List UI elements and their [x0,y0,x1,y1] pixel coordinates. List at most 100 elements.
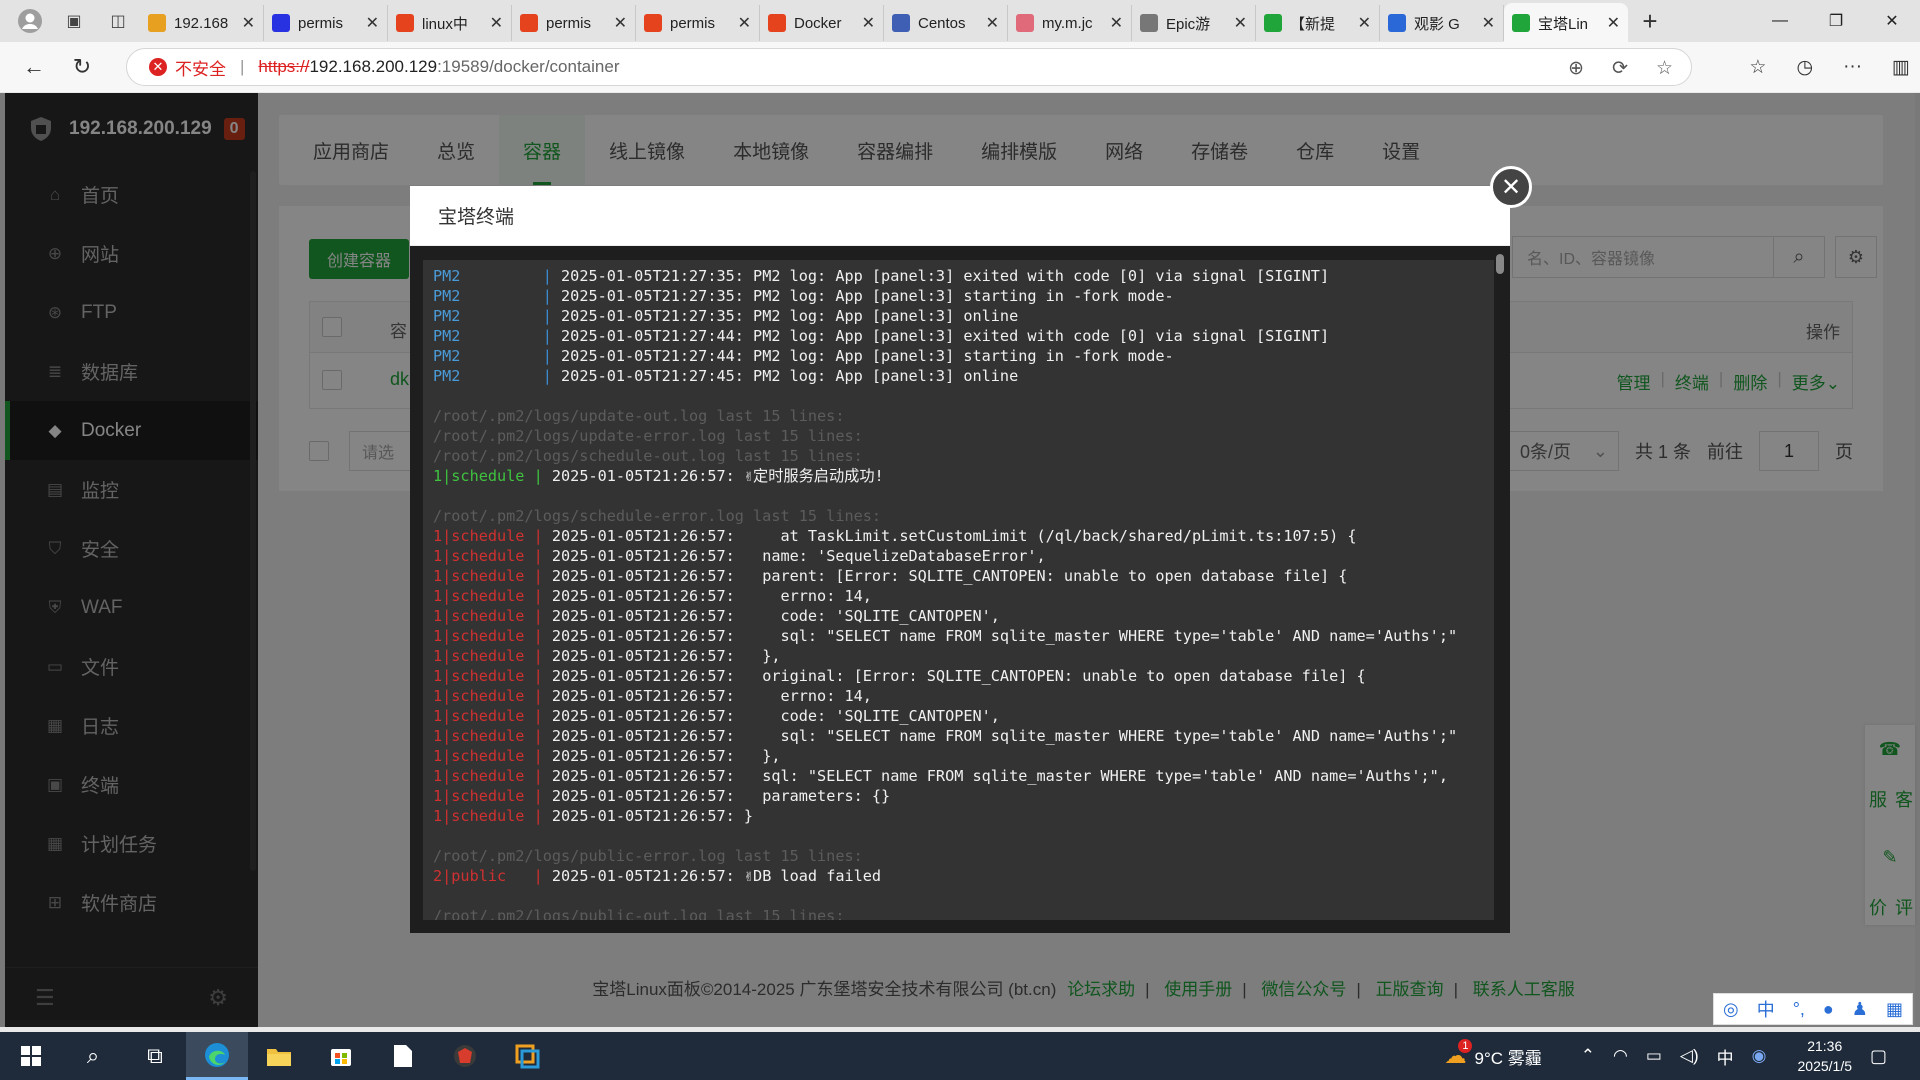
close-tab-icon[interactable]: ✕ [1358,13,1371,33]
profile-icon[interactable] [8,0,52,42]
ime-toolbar: ◎ 中 °, ● ♟ ▦ [1713,993,1913,1025]
log-text: 2025-01-05T21:26:57: code: 'SQLITE_CANTO… [551,707,1000,725]
more-icon[interactable]: ··· [1843,56,1862,78]
browser-tab[interactable]: permis ✕ [636,5,760,41]
close-icon[interactable]: ✕ [1490,166,1532,208]
close-tab-icon[interactable]: ✕ [738,13,751,33]
edge-browser-icon[interactable] [186,1032,248,1080]
browser-tab[interactable]: permis ✕ [512,5,636,41]
close-tab-icon[interactable]: ✕ [366,13,379,33]
favorite-star-icon[interactable]: ☆ [1656,57,1673,80]
log-process-prefix: 1|schedule [433,667,534,685]
chevron-up-icon[interactable]: ⌃ [1581,1046,1595,1066]
close-tab-icon[interactable]: ✕ [1482,13,1495,33]
new-tab-button[interactable]: + [1628,0,1672,42]
log-text: 2025-01-05T21:27:35: PM2 log: App [panel… [561,287,1174,305]
task-view-icon[interactable]: ⧉ [124,1032,186,1080]
tab-actions-icon[interactable]: ◫ [96,0,140,42]
log-process-prefix: 1|schedule [433,727,534,745]
workspaces-icon[interactable]: ▣ [52,0,96,42]
zoom-icon[interactable]: ⊕ [1568,57,1584,80]
clock[interactable]: 21:36 2025/1/5 [1798,1036,1853,1076]
log-text: /root/.pm2/logs/public-out.log last 15 l… [433,907,845,920]
browser-tab[interactable]: my.m.jc ✕ [1008,5,1132,41]
close-tab-icon[interactable]: ✕ [986,13,999,33]
vm-app-icon[interactable] [496,1032,558,1080]
weather-widget[interactable]: ☁ 1 9°C 雾霾 [1444,1039,1542,1069]
user-icon[interactable]: ♟ [1852,999,1868,1020]
browser-tab-label: linux中 [422,15,468,33]
battery-icon[interactable]: ▭ [1646,1046,1662,1066]
log-text: /root/.pm2/logs/update-error.log last 15… [433,427,863,445]
log-text: 2025-01-05T21:26:57: at TaskLimit.setCus… [551,527,1357,545]
log-text: 2025-01-05T21:27:35: PM2 log: App [panel… [561,307,1019,325]
browser-tab[interactable]: 192.168 ✕ [140,5,264,41]
favorites-list-icon[interactable]: ☆ [1749,56,1766,79]
browser-tab[interactable]: 【新提 ✕ [1256,5,1380,41]
maximize-button[interactable]: ❐ [1808,0,1864,42]
ime-mode-icon[interactable]: 中 [1757,996,1775,1022]
terminal-line: 2|public | 2025-01-05T21:26:57: ✌DB load… [423,866,1494,886]
terminal-line: 1|schedule | 2025-01-05T21:26:57: }, [423,746,1494,766]
url-separator: | [240,57,245,76]
browser-tab[interactable]: linux中 ✕ [388,5,512,41]
log-process-prefix: 1|schedule [433,767,534,785]
terminal-scrollbar[interactable] [1496,254,1504,274]
terminal-line: 1|schedule | 2025-01-05T21:26:57: name: … [423,546,1494,566]
url-host: 192.168.200.129 [309,57,438,76]
history-icon[interactable]: ◷ [1796,56,1813,79]
insecure-label: 不安全 [175,59,226,79]
log-separator: | [533,687,552,705]
game-app-icon[interactable] [434,1032,496,1080]
browser-tab[interactable]: 观影 G ✕ [1380,5,1504,41]
log-process-prefix: 1|schedule [433,787,534,805]
url-field[interactable]: ✕ 不安全 | https:// 192.168.200.129 :19589/… [126,48,1692,86]
sidebar-toggle-icon[interactable]: ▥ [1892,56,1910,79]
back-icon[interactable]: ← [12,47,56,87]
volume-icon[interactable]: ◁) [1680,1046,1699,1066]
browser-tab[interactable]: permis ✕ [264,5,388,41]
minimize-button[interactable]: — [1752,0,1808,42]
ifly-tray-icon[interactable]: ◉ [1752,1046,1767,1066]
log-text: /root/.pm2/logs/schedule-error.log last … [433,507,882,525]
close-tab-icon[interactable]: ✕ [614,13,627,33]
taskbar: ⌕ ⧉ ☁ 1 9°C 雾霾 ⌃ ◠ ▭ ◁) 中 ◉ 21:36 2025/1/… [0,1032,1920,1080]
log-text: 2025-01-05T21:26:57: errno: 14, [551,587,872,605]
browser-tab-label: permis [546,14,592,32]
terminal-line: 1|schedule | 2025-01-05T21:26:57: parent… [423,566,1494,586]
log-separator: | [533,627,552,645]
browser-tab[interactable]: Docker ✕ [760,5,884,41]
close-tab-icon[interactable]: ✕ [490,13,503,33]
close-tab-icon[interactable]: ✕ [862,13,875,33]
mic-icon[interactable]: ● [1823,999,1834,1020]
browser-tab[interactable]: Epic游 ✕ [1132,5,1256,41]
ifly-icon[interactable]: ◎ [1723,999,1739,1020]
browser-tab[interactable]: 宝塔Lin ✕ [1504,3,1628,43]
file-explorer-icon[interactable] [248,1032,310,1080]
notification-icon[interactable]: ▢ [1870,1046,1910,1067]
terminal-output[interactable]: PM2 | 2025-01-05T21:27:35: PM2 log: App … [423,260,1494,920]
terminal-line: /root/.pm2/logs/schedule-error.log last … [423,506,1494,526]
browser-tab-label: Epic游 [1166,15,1211,33]
close-tab-icon[interactable]: ✕ [1234,13,1247,33]
punctuation-icon[interactable]: °, [1793,999,1805,1020]
log-process-prefix: 1|schedule [433,647,534,665]
close-tab-icon[interactable]: ✕ [242,13,255,33]
terminal-line: 1|schedule | 2025-01-05T21:26:57: sql: "… [423,626,1494,646]
close-tab-icon[interactable]: ✕ [1110,13,1123,33]
wifi-icon[interactable]: ◠ [1613,1046,1628,1066]
document-icon[interactable] [372,1032,434,1080]
window-close-button[interactable]: ✕ [1864,0,1920,42]
reload-icon[interactable]: ↻ [60,47,104,87]
browser-tab-label: 【新提 [1290,15,1336,33]
grid-icon[interactable]: ▦ [1886,999,1903,1020]
browser-tab[interactable]: Centos ✕ [884,5,1008,41]
windows-start-icon[interactable] [0,1032,62,1080]
refresh-page-icon[interactable]: ⟳ [1612,57,1628,80]
ime-indicator[interactable]: 中 [1717,1044,1734,1069]
search-icon[interactable]: ⌕ [62,1032,124,1080]
close-tab-icon[interactable]: ✕ [1607,13,1620,33]
store-icon[interactable] [310,1032,372,1080]
browser-tab-label: permis [298,14,344,32]
